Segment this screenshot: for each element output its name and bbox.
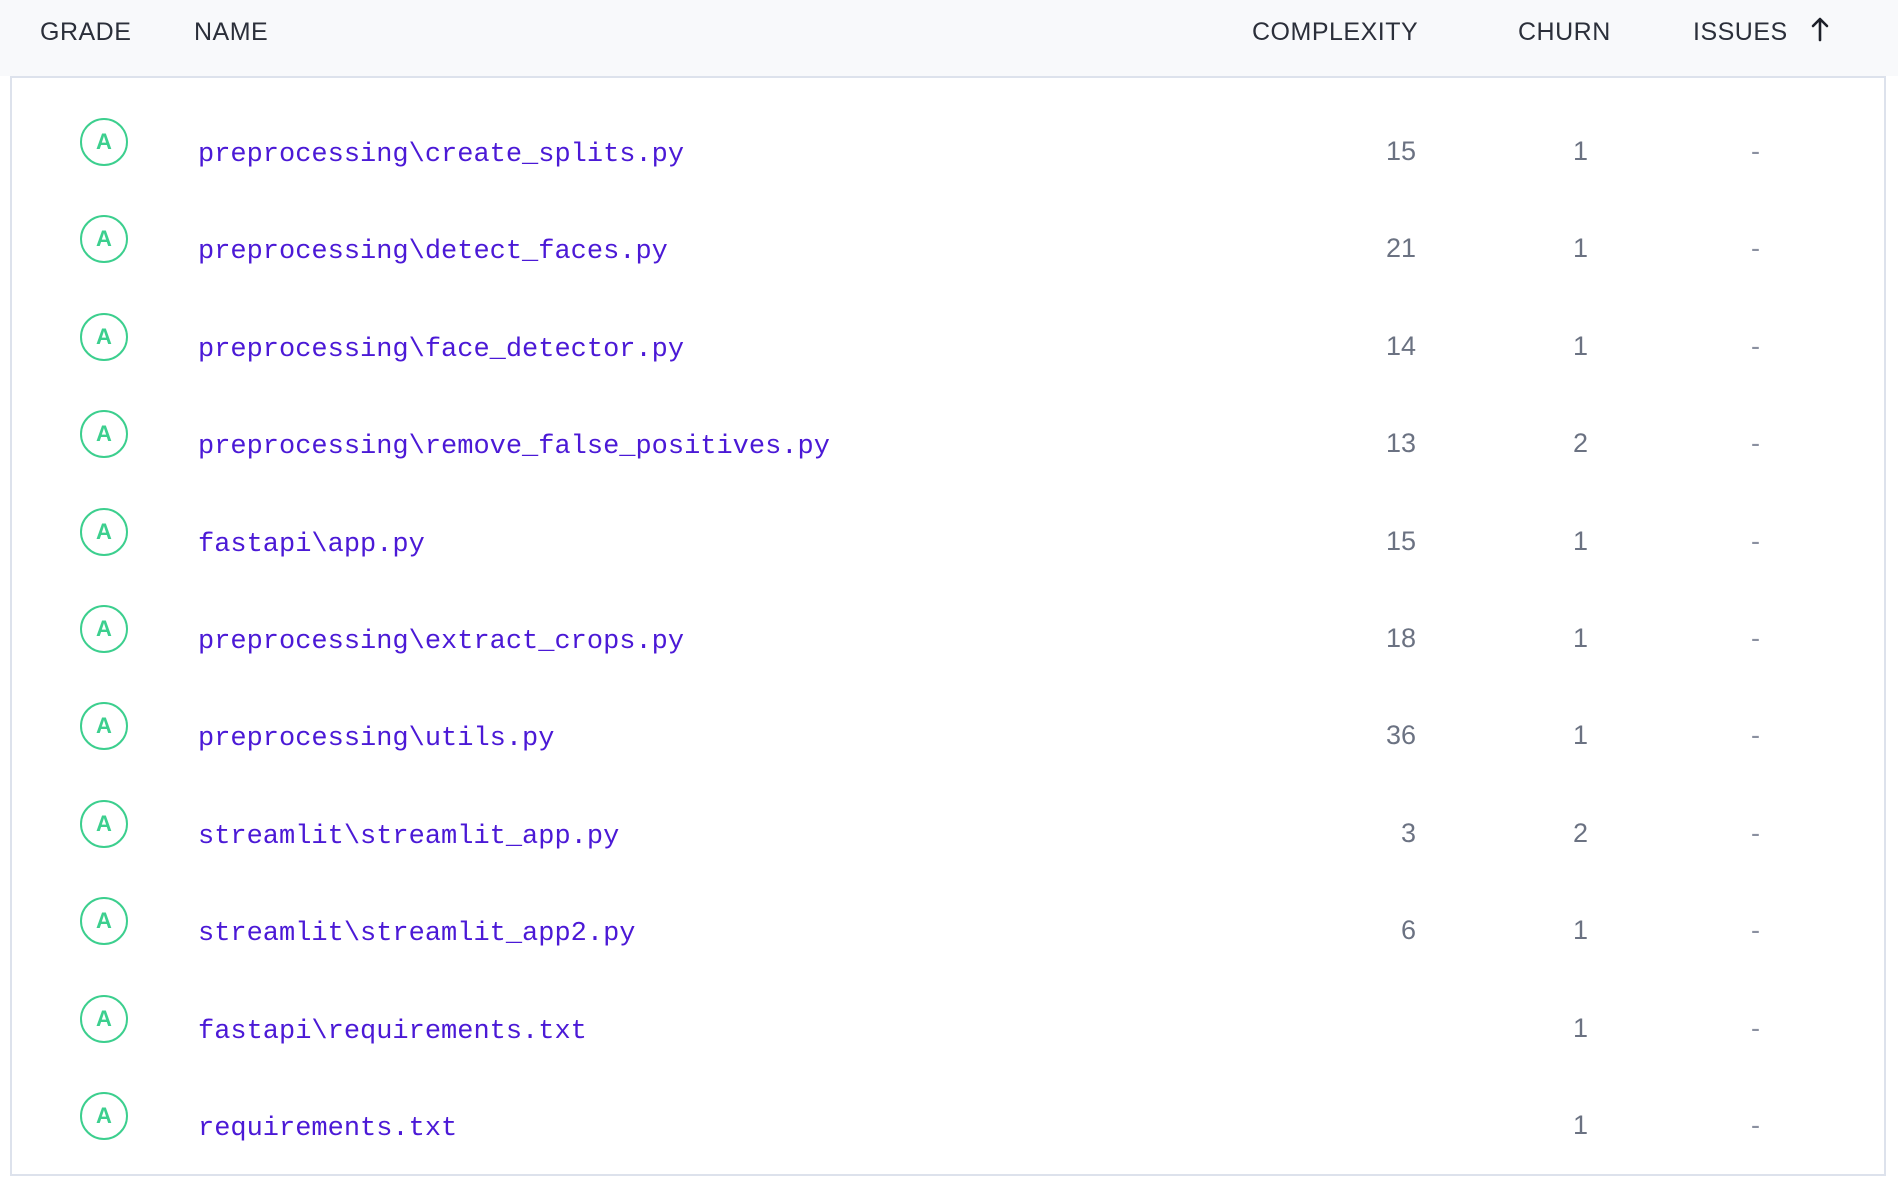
files-table: Apreprocessing\create_splits.py 15 1- Aprep… (10, 76, 1886, 1176)
issues-value: - (1751, 233, 1760, 264)
grade-badge: A (80, 215, 128, 264)
issues-value: - (1751, 428, 1760, 459)
table-row[interactable]: Apreprocessing\utils.py 36 1 - (12, 680, 1884, 777)
complexity-value: 13 (1385, 428, 1416, 459)
churn-value: 2 (1572, 428, 1588, 459)
issues-value: - (1751, 915, 1760, 946)
table-row[interactable]: Afastapi\app.py 15 1 - (12, 486, 1884, 583)
grade-badge: A (80, 799, 128, 848)
complexity-value: 6 (1400, 915, 1416, 946)
complexity-value: 36 (1385, 720, 1416, 751)
churn-value: 1 (1572, 136, 1588, 166)
file-name-link[interactable]: preprocessing\create_splits.py (198, 141, 684, 169)
grade-badge: A (80, 312, 128, 361)
grade-badge: A (80, 118, 128, 166)
grade-badge: A (80, 702, 128, 751)
file-name-link[interactable]: preprocessing\remove_false_positives.py (198, 433, 830, 461)
arrow-up-icon[interactable] (1810, 16, 1830, 48)
complexity-value: 21 (1385, 233, 1416, 264)
issues-value: - (1751, 525, 1760, 556)
grade-badge: A (80, 410, 128, 459)
grade-badge: A (80, 994, 128, 1043)
issues-value: - (1751, 1110, 1760, 1140)
file-name-link[interactable]: preprocessing\detect_faces.py (198, 238, 668, 266)
column-header-complexity[interactable]: COMPLEXITY (1252, 18, 1418, 46)
complexity-value: 14 (1385, 330, 1416, 361)
table-row[interactable]: Apreprocessing\create_splits.py 15 1 - (12, 96, 1884, 193)
grade-badge: A (80, 897, 128, 946)
column-header-issues[interactable]: ISSUES (1693, 16, 1830, 48)
table-header: GRADE NAME COMPLEXITY CHURN ISSUES (0, 0, 1898, 76)
complexity-value: 18 (1385, 623, 1416, 653)
issues-value: - (1751, 817, 1760, 848)
table-row[interactable]: Arequirements.txt 1 - (12, 1070, 1884, 1167)
grade-badge: A (80, 1092, 128, 1140)
file-name-link[interactable]: preprocessing\extract_crops.py (198, 628, 684, 656)
file-name-link[interactable]: fastapi\app.py (198, 531, 425, 559)
churn-value: 1 (1572, 1110, 1588, 1140)
file-name-link[interactable]: preprocessing\face_detector.py (198, 336, 684, 364)
file-name-link[interactable]: streamlit\streamlit_app.py (198, 823, 619, 851)
complexity-value: 15 (1385, 136, 1416, 166)
issues-value: - (1751, 720, 1760, 751)
churn-value: 1 (1572, 233, 1588, 264)
issues-value: - (1751, 1012, 1760, 1043)
table-row[interactable]: Apreprocessing\extract_crops.py 18 1 - (12, 583, 1884, 680)
column-header-grade[interactable]: GRADE (40, 18, 131, 46)
churn-value: 1 (1572, 623, 1588, 653)
churn-value: 1 (1572, 915, 1588, 946)
column-header-churn[interactable]: CHURN (1518, 18, 1611, 46)
complexity-value: 3 (1400, 817, 1416, 848)
churn-value: 2 (1572, 817, 1588, 848)
complexity-value: 15 (1385, 525, 1416, 556)
table-row[interactable]: Apreprocessing\remove_false_positives.py… (12, 388, 1884, 485)
issues-value: - (1751, 136, 1760, 166)
table-row[interactable]: Apreprocessing\detect_faces.py 21 1 - (12, 193, 1884, 290)
churn-value: 1 (1572, 525, 1588, 556)
table-row[interactable]: Astreamlit\streamlit_app.py 3 2 - (12, 778, 1884, 875)
issues-value: - (1751, 623, 1760, 653)
file-name-link[interactable]: requirements.txt (198, 1115, 457, 1143)
file-name-link[interactable]: streamlit\streamlit_app2.py (198, 920, 635, 948)
churn-value: 1 (1572, 720, 1588, 751)
issues-value: - (1751, 330, 1760, 361)
churn-value: 1 (1572, 1012, 1588, 1043)
table-row[interactable]: Afastapi\requirements.txt 1 - (12, 973, 1884, 1070)
file-name-link[interactable]: fastapi\requirements.txt (198, 1018, 587, 1046)
table-row[interactable]: Apreprocessing\face_detector.py 14 1 - (12, 291, 1884, 388)
column-header-issues-label: ISSUES (1693, 18, 1788, 46)
grade-badge: A (80, 605, 128, 653)
grade-badge: A (80, 507, 128, 556)
table-row[interactable]: Astreamlit\streamlit_app2.py 6 1 - (12, 875, 1884, 972)
file-name-link[interactable]: preprocessing\utils.py (198, 725, 554, 753)
column-header-name[interactable]: NAME (194, 18, 268, 46)
churn-value: 1 (1572, 330, 1588, 361)
